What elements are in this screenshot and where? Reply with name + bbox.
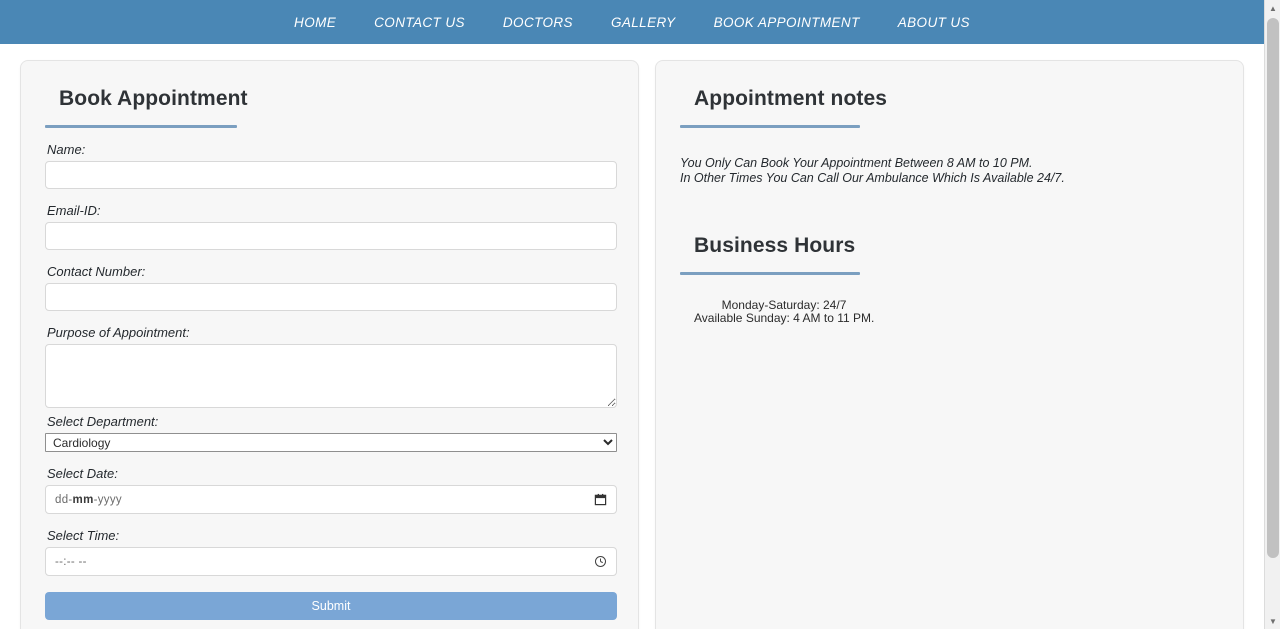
book-appointment-title-rule bbox=[45, 125, 237, 128]
clock-icon[interactable] bbox=[593, 555, 607, 569]
page-root: HOME CONTACT US DOCTORS GALLERY BOOK APP… bbox=[0, 0, 1280, 629]
email-input[interactable] bbox=[45, 222, 617, 250]
top-navigation-bar: HOME CONTACT US DOCTORS GALLERY BOOK APP… bbox=[0, 0, 1264, 44]
nav-item-home[interactable]: HOME bbox=[275, 15, 355, 30]
nav-item-contact-us[interactable]: CONTACT US bbox=[355, 15, 484, 30]
nav-item-gallery[interactable]: GALLERY bbox=[592, 15, 695, 30]
book-appointment-form: Name: Email-ID: Contact Number: Purpose … bbox=[45, 142, 617, 620]
appointment-notes-line-1: You Only Can Book Your Appointment Betwe… bbox=[680, 156, 1033, 170]
time-input[interactable]: --:-- -- bbox=[45, 547, 617, 576]
business-hours-line-1: Monday-Saturday: 24/7 bbox=[721, 298, 847, 312]
appointment-notes-text: You Only Can Book Your Appointment Betwe… bbox=[680, 156, 1219, 186]
time-label: Select Time: bbox=[47, 528, 120, 543]
business-hours-text: Monday-Saturday: 24/7 Available Sunday: … bbox=[694, 299, 874, 324]
nav-item-book-appointment[interactable]: BOOK APPOINTMENT bbox=[695, 15, 879, 30]
book-appointment-title: Book Appointment bbox=[59, 87, 248, 110]
contact-number-label: Contact Number: bbox=[47, 264, 146, 279]
appointment-notes-line-2: In Other Times You Can Call Our Ambulanc… bbox=[680, 171, 1065, 185]
nav-item-about-us[interactable]: ABOUT US bbox=[879, 15, 989, 30]
name-label: Name: bbox=[47, 142, 86, 157]
date-month-segment[interactable]: mm bbox=[73, 494, 94, 506]
vertical-scrollbar[interactable]: ▲ ▼ bbox=[1264, 0, 1280, 629]
time-placeholder[interactable]: --:-- -- bbox=[55, 556, 593, 568]
department-label: Select Department: bbox=[47, 414, 159, 429]
submit-spacer bbox=[45, 576, 614, 592]
name-input[interactable] bbox=[45, 161, 617, 189]
scroll-up-arrow-icon[interactable]: ▲ bbox=[1265, 0, 1280, 16]
scrollbar-thumb[interactable] bbox=[1267, 18, 1279, 558]
appointment-notes-title-rule bbox=[680, 125, 860, 128]
date-year-segment[interactable]: yyyy bbox=[98, 494, 122, 506]
panel-spacer bbox=[680, 186, 1219, 234]
business-hours-title: Business Hours bbox=[694, 234, 856, 257]
calendar-icon[interactable] bbox=[593, 493, 607, 507]
submit-button[interactable]: Submit bbox=[45, 592, 617, 620]
date-input[interactable]: dd-mm-yyyy bbox=[45, 485, 617, 514]
date-label: Select Date: bbox=[47, 466, 118, 481]
appointment-notes-card: Appointment notes You Only Can Book Your… bbox=[655, 60, 1244, 629]
nav-item-doctors[interactable]: DOCTORS bbox=[484, 15, 592, 30]
business-hours-title-rule bbox=[680, 272, 860, 275]
department-select[interactable]: Cardiology bbox=[45, 433, 617, 452]
purpose-label: Purpose of Appointment: bbox=[47, 325, 190, 340]
date-day-segment[interactable]: dd bbox=[55, 494, 68, 506]
appointment-notes-title: Appointment notes bbox=[694, 87, 888, 110]
date-placeholder: dd-mm-yyyy bbox=[55, 494, 593, 506]
book-appointment-card: Book Appointment Name: Email-ID: Contact… bbox=[20, 60, 639, 629]
nav-list: HOME CONTACT US DOCTORS GALLERY BOOK APP… bbox=[275, 15, 989, 30]
scroll-down-arrow-icon[interactable]: ▼ bbox=[1265, 613, 1280, 629]
contact-number-input[interactable] bbox=[45, 283, 617, 311]
main-content: Book Appointment Name: Email-ID: Contact… bbox=[0, 44, 1264, 629]
email-label: Email-ID: bbox=[47, 203, 101, 218]
business-hours-line-2: Available Sunday: 4 AM to 11 PM. bbox=[694, 310, 875, 325]
purpose-textarea[interactable] bbox=[45, 344, 617, 408]
